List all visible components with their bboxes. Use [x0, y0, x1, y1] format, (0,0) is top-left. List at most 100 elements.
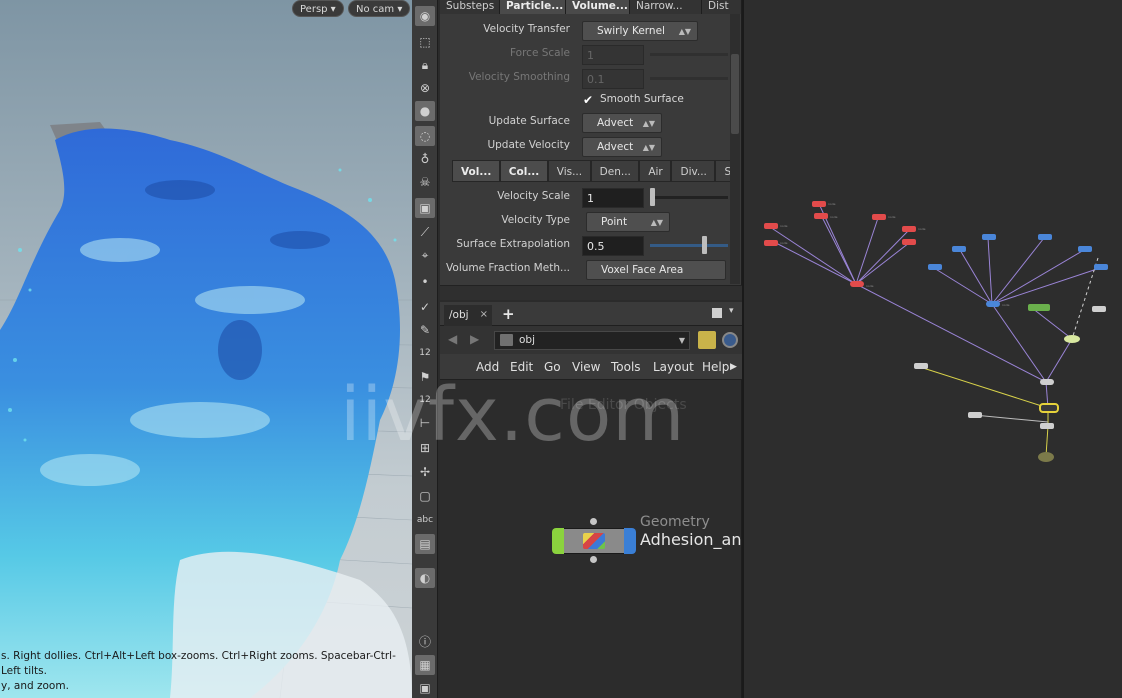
- forward-icon[interactable]: ▶: [470, 332, 479, 346]
- more-arrow-icon[interactable]: ▶: [730, 362, 737, 372]
- node-name-label: Adhesion_and: [640, 530, 752, 549]
- tab-volume[interactable]: Volume...: [566, 0, 630, 14]
- velocity-scale-field[interactable]: 1: [582, 188, 644, 208]
- menu-add[interactable]: Add: [476, 360, 499, 374]
- network-tabs: /obj × + ▾: [440, 302, 742, 326]
- light-icon[interactable]: ◌: [415, 126, 435, 146]
- slider-thumb[interactable]: [702, 236, 707, 254]
- sphere-icon[interactable]: ●: [415, 101, 435, 121]
- surface-extrapolation-slider[interactable]: [650, 236, 728, 254]
- ghost-icon[interactable]: ▣: [415, 198, 435, 218]
- smooth-surface-label: Smooth Surface: [600, 93, 684, 105]
- chevron-down-icon: ▼: [678, 336, 685, 345]
- number-icon[interactable]: 12: [415, 343, 435, 363]
- tab-obj[interactable]: /obj ×: [444, 305, 492, 326]
- smooth-surface-checkbox[interactable]: ✔: [581, 93, 595, 107]
- number-icon-2[interactable]: 12: [415, 390, 435, 410]
- update-surface-menu[interactable]: Advect ▲▼: [582, 113, 662, 133]
- tab-dist[interactable]: Dist: [702, 0, 742, 14]
- tab-air[interactable]: Air: [639, 160, 672, 182]
- velocity-transfer-menu[interactable]: Swirly Kernel ▲▼: [582, 21, 698, 41]
- sop-network-view[interactable]: node node node node node node node node: [744, 0, 1122, 698]
- surface-extrapolation-field[interactable]: 0.5: [582, 236, 644, 256]
- handle-icon[interactable]: ⌖: [415, 245, 435, 265]
- tab-den[interactable]: Den...: [590, 160, 640, 182]
- camera-icon[interactable]: ▤: [415, 534, 435, 554]
- close-icon[interactable]: ×: [480, 305, 488, 325]
- network-menubar: Add Edit Go View Tools Layout Help ▶: [440, 354, 742, 380]
- param-volume-fraction: Volume Fraction Meth... Voxel Face Area: [440, 258, 740, 280]
- add-tab-icon[interactable]: +: [502, 304, 515, 324]
- param-scrollbar[interactable]: [730, 14, 740, 284]
- force-scale-slider[interactable]: [650, 53, 728, 56]
- tab-vis[interactable]: Vis...: [547, 160, 591, 182]
- velocity-scale-slider[interactable]: [650, 188, 728, 206]
- param-velocity-smoothing: Velocity Smoothing 0.1: [440, 67, 740, 89]
- menu-layout[interactable]: Layout: [653, 360, 694, 374]
- volume-fraction-label: Volume Fraction Meth...: [446, 262, 570, 274]
- param-hscrollbar[interactable]: [440, 285, 742, 300]
- flag-icon[interactable]: ⚑: [415, 367, 435, 387]
- menu-view[interactable]: View: [572, 360, 600, 374]
- pane-layout-icon[interactable]: [712, 308, 722, 318]
- menu-go[interactable]: Go: [544, 360, 561, 374]
- viewport-scene: [0, 122, 412, 698]
- tab-substeps[interactable]: Substeps: [440, 0, 500, 14]
- persp-menu-button[interactable]: Persp ▾: [292, 0, 344, 17]
- render-icon[interactable]: ▣: [415, 678, 435, 698]
- globe-icon[interactable]: [722, 332, 738, 348]
- bone-icon[interactable]: ⟋: [415, 222, 435, 242]
- velocity-type-menu[interactable]: Point ▲▼: [586, 212, 670, 232]
- tab-narrow[interactable]: Narrow...: [630, 0, 702, 14]
- param-sub-tabs: Vol... Col... Vis... Den... Air Div... S: [452, 160, 740, 182]
- tab-particle[interactable]: Particle...: [500, 0, 566, 14]
- pin-network-icon[interactable]: [698, 331, 716, 349]
- volume-fraction-menu[interactable]: Voxel Face Area: [586, 260, 726, 280]
- lock-icon[interactable]: 🔒︎: [415, 55, 435, 75]
- view-icon[interactable]: ◉: [415, 6, 435, 26]
- geometry-node[interactable]: [552, 528, 636, 554]
- tab-vol[interactable]: Vol...: [452, 160, 500, 182]
- select-icon[interactable]: ⬚: [415, 32, 435, 52]
- tab-div[interactable]: Div...: [671, 160, 716, 182]
- velocity-smoothing-slider[interactable]: [650, 77, 728, 80]
- param-velocity-type: Velocity Type Point ▲▼: [440, 210, 740, 232]
- force-scale-label: Force Scale: [510, 47, 570, 59]
- scroll-grip[interactable]: [731, 54, 739, 134]
- tab-col[interactable]: Col...: [499, 160, 548, 182]
- info-icon[interactable]: ⓘ: [415, 631, 435, 651]
- back-icon[interactable]: ◀: [448, 332, 457, 346]
- update-velocity-label: Update Velocity: [487, 139, 570, 151]
- svg-text:node: node: [780, 224, 788, 228]
- slider-thumb[interactable]: [650, 188, 655, 206]
- snapshot-icon[interactable]: ◐: [415, 568, 435, 588]
- param-update-surface: Update Surface Advect ▲▼: [440, 111, 740, 133]
- layout-icon[interactable]: ▦: [415, 655, 435, 675]
- input-port[interactable]: [590, 518, 597, 525]
- pin-icon[interactable]: ♁: [415, 149, 435, 169]
- pen-icon[interactable]: ✎: [415, 320, 435, 340]
- path-field[interactable]: obj ▼: [494, 331, 690, 350]
- node-render-flag[interactable]: [624, 528, 636, 554]
- output-port[interactable]: [590, 556, 597, 563]
- menu-edit[interactable]: Edit: [510, 360, 533, 374]
- snap-icon[interactable]: ⊗: [415, 78, 435, 98]
- force-scale-field[interactable]: 1: [582, 45, 644, 65]
- rotate-icon[interactable]: ⊢: [415, 413, 435, 433]
- skull-icon[interactable]: ☠: [415, 172, 435, 192]
- pane-menu-icon[interactable]: ▾: [729, 306, 734, 316]
- scene-viewport[interactable]: Persp ▾ No cam ▾ s. Right dollies. Ctrl+…: [0, 0, 412, 698]
- velocity-smoothing-field[interactable]: 0.1: [582, 69, 644, 89]
- dot-icon[interactable]: •: [415, 272, 435, 292]
- grid-icon[interactable]: ⊞: [415, 438, 435, 458]
- brush-icon[interactable]: ✓: [415, 297, 435, 317]
- text-icon[interactable]: abc: [415, 510, 435, 530]
- wand-icon[interactable]: ✢: [415, 462, 435, 482]
- update-velocity-menu[interactable]: Advect ▲▼: [582, 137, 662, 157]
- menu-help[interactable]: Help: [702, 360, 729, 374]
- node-display-flag[interactable]: [552, 528, 564, 554]
- menu-tools[interactable]: Tools: [611, 360, 641, 374]
- square-icon[interactable]: ▢: [415, 486, 435, 506]
- camera-menu-button[interactable]: No cam ▾: [348, 0, 411, 17]
- update-surface-label: Update Surface: [488, 115, 570, 127]
